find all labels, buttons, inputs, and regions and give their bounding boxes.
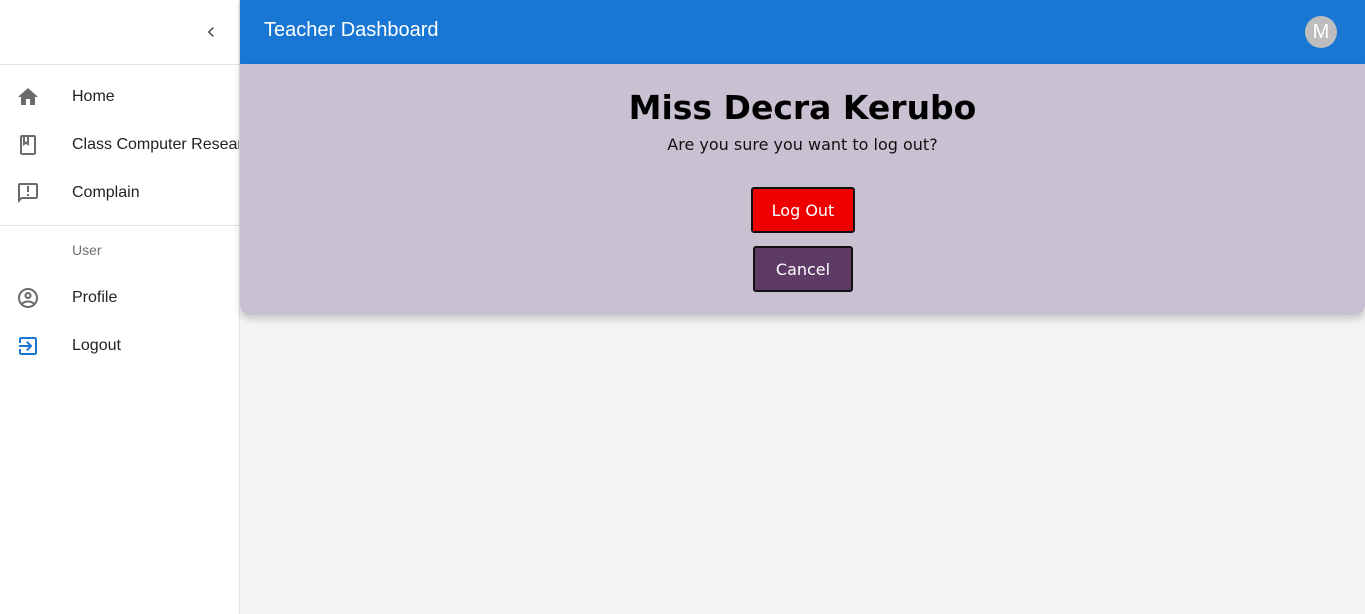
sidebar-header	[0, 0, 239, 65]
logout-confirm-message: Are you sure you want to log out?	[667, 135, 938, 154]
class-book-icon	[16, 133, 40, 157]
logout-icon	[16, 334, 40, 358]
user-section-label: User	[72, 242, 102, 258]
cancel-button[interactable]: Cancel	[753, 246, 853, 292]
sidebar-item-label: Logout	[72, 337, 121, 354]
sidebar-item-label: Home	[72, 88, 115, 105]
sidebar-item-home[interactable]: Home	[0, 73, 239, 121]
sidebar-item-class[interactable]: Class Computer Research	[0, 121, 239, 169]
main-nav: Home Class Computer Research Complain	[0, 65, 239, 217]
page-title: Teacher Dashboard	[264, 19, 439, 41]
complain-icon	[16, 181, 40, 205]
sidebar-item-label: Class Computer Research	[72, 136, 239, 153]
home-icon	[16, 85, 40, 109]
logout-panel: Miss Decra Kerubo Are you sure you want …	[240, 64, 1365, 315]
user-name-heading: Miss Decra Kerubo	[628, 88, 977, 127]
sidebar-item-label: Profile	[72, 289, 118, 306]
sidebar-item-complain[interactable]: Complain	[0, 169, 239, 217]
sidebar-item-label: Complain	[72, 184, 140, 201]
chevron-left-icon	[207, 27, 214, 37]
account-circle-icon	[16, 286, 40, 310]
sidebar: Home Class Computer Research Complain Us…	[0, 0, 240, 614]
avatar[interactable]: M	[1305, 16, 1337, 48]
app-header: Teacher Dashboard M	[240, 0, 1365, 64]
sidebar-item-logout[interactable]: Logout	[0, 322, 239, 370]
log-out-button[interactable]: Log Out	[751, 187, 855, 233]
collapse-sidebar-button[interactable]	[196, 17, 226, 47]
sidebar-item-profile[interactable]: Profile	[0, 274, 239, 322]
